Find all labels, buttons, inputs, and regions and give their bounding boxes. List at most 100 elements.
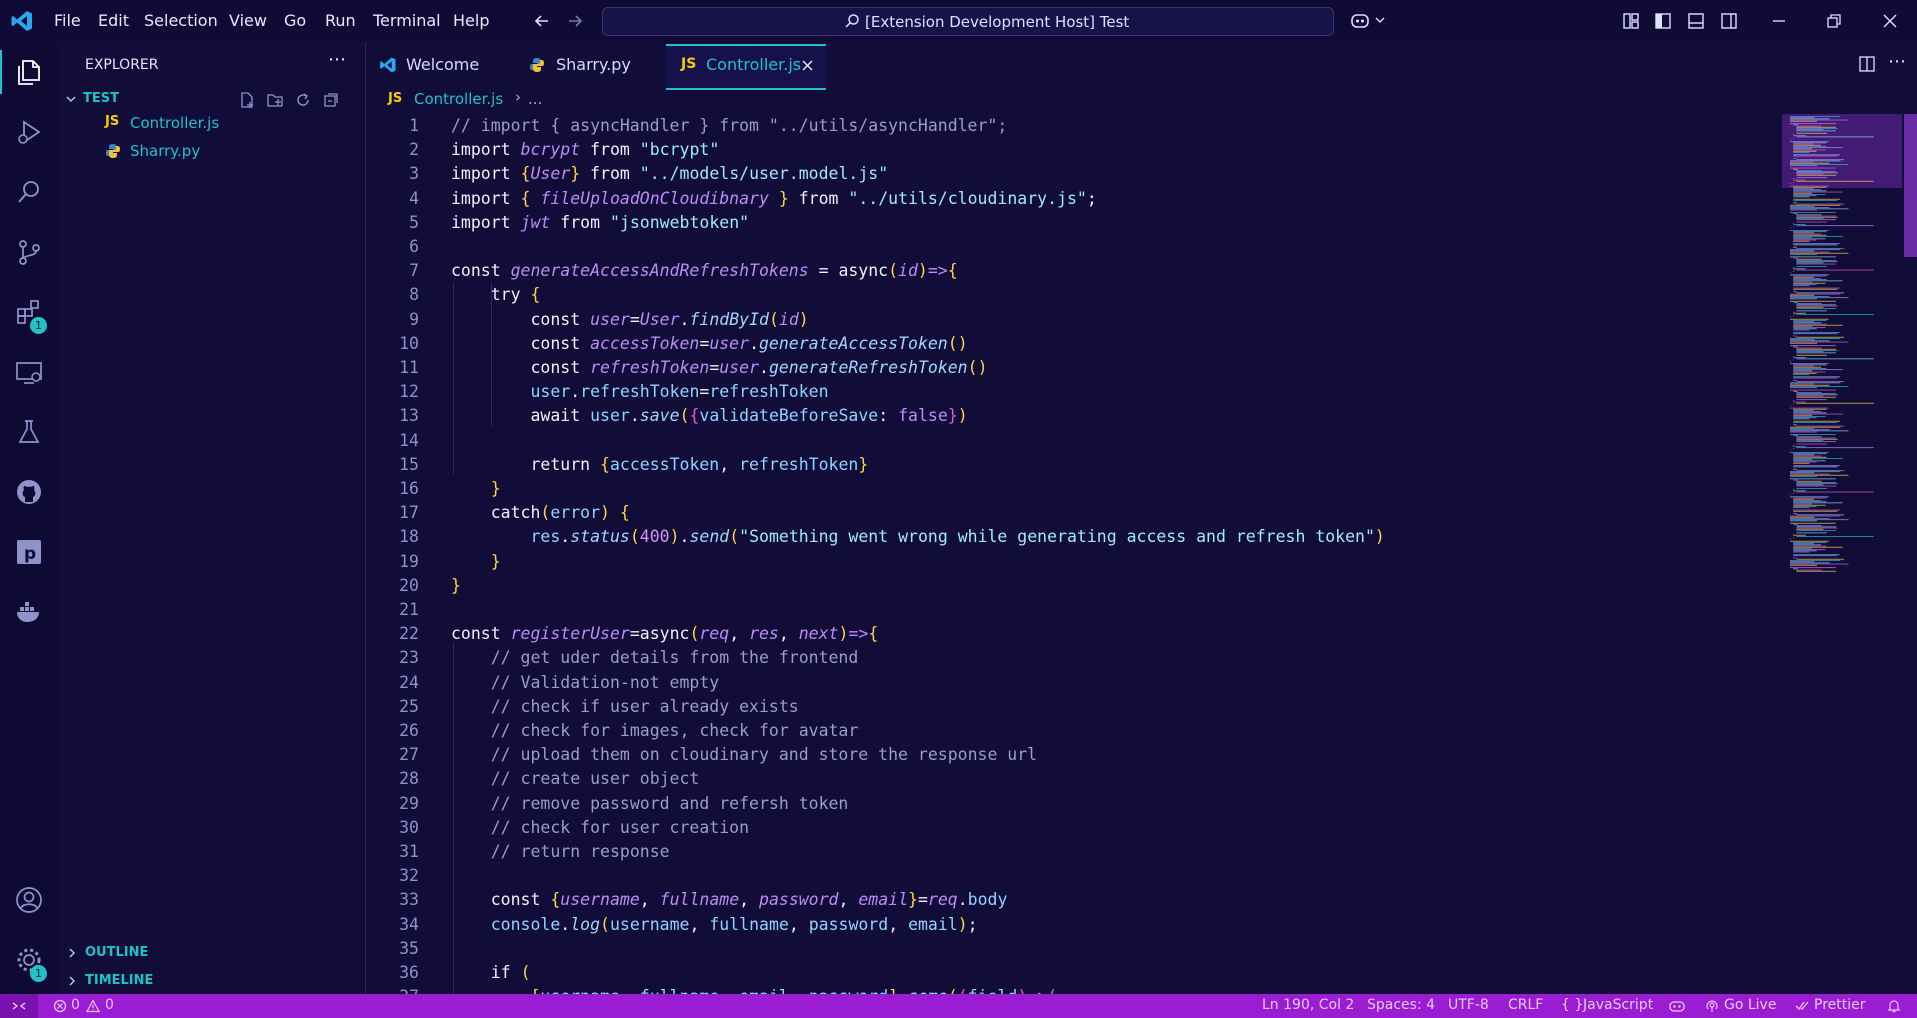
minimap-line [1796, 443, 1827, 445]
breadcrumb-symbols[interactable]: ... [528, 90, 542, 108]
search-icon[interactable] [14, 177, 44, 207]
toggle-panel-icon[interactable] [1687, 12, 1705, 30]
minimap-line [1790, 119, 1849, 121]
tab-welcome[interactable]: Welcome [366, 44, 514, 86]
line-number: 5 [409, 212, 419, 232]
new-folder-icon[interactable] [266, 91, 284, 109]
editor-more-actions-icon[interactable]: ⋯ [1888, 51, 1906, 72]
indentation[interactable]: Spaces: 4 [1367, 997, 1435, 1013]
menu-selection[interactable]: Selection [144, 11, 218, 30]
minimap-line [1790, 518, 1830, 519]
language-mode[interactable]: JavaScript [1583, 997, 1653, 1013]
encoding[interactable]: UTF-8 [1448, 997, 1489, 1013]
minimize-icon[interactable] [1770, 12, 1788, 30]
run-debug-icon[interactable] [14, 117, 44, 147]
menu-view[interactable]: View [229, 11, 267, 30]
menu-help[interactable]: Help [453, 11, 489, 30]
minimap-line [1793, 285, 1810, 287]
minimap-line [1793, 146, 1827, 147]
code-text: // remove password and refersh token [490, 793, 849, 813]
problems-indicator[interactable]: 0 0 [52, 994, 124, 1018]
minimap-line [1793, 315, 1795, 317]
remote-explorer-icon[interactable] [14, 357, 44, 387]
copilot-icon[interactable] [1350, 10, 1372, 30]
minimap-line [1796, 126, 1836, 128]
minimap-line [1790, 254, 1817, 255]
timeline-section-header[interactable]: TIMELINE [58, 970, 364, 992]
outline-section-header[interactable]: OUTLINE [58, 942, 364, 964]
menu-edit[interactable]: Edit [98, 11, 129, 30]
minimap-line [1796, 485, 1836, 487]
minimap-line [1790, 318, 1829, 320]
customize-layout-icon[interactable] [1622, 12, 1640, 30]
minimap-line [1793, 222, 1795, 224]
minimap-line [1793, 550, 1817, 552]
minimap-line [1793, 320, 1827, 321]
testing-icon[interactable] [14, 417, 44, 447]
restore-icon[interactable] [1825, 12, 1843, 30]
minimap[interactable] [1782, 114, 1902, 994]
toggle-secondary-sidebar-icon[interactable] [1720, 12, 1738, 30]
minimap-line [1790, 274, 1829, 276]
prettier-status[interactable]: Prettier [1814, 997, 1866, 1013]
refresh-icon[interactable] [294, 91, 312, 109]
folder-header[interactable]: TEST [58, 88, 364, 110]
menu-run[interactable]: Run [325, 11, 356, 30]
minimap-line [1790, 540, 1829, 542]
active-indicator [0, 50, 2, 94]
line-number: 36 [399, 963, 419, 982]
minimap-line [1793, 291, 1797, 293]
minimap-line [1793, 503, 1813, 505]
accounts-icon[interactable] [14, 885, 44, 915]
back-arrow-icon[interactable] [533, 12, 551, 30]
breadcrumb-separator-icon: › [515, 88, 521, 106]
code-editor[interactable]: 1 // import { asyncHandler } from "../uti… [366, 114, 1906, 1006]
minimap-line [1790, 341, 1849, 343]
minimap-line [1796, 381, 1845, 383]
notifications-bell-icon[interactable] [1886, 998, 1902, 1014]
close-tab-icon[interactable] [801, 59, 814, 72]
minimap-line [1793, 226, 1795, 228]
docker-icon[interactable] [14, 597, 44, 627]
line-number: 17 [399, 503, 419, 523]
breadcrumb-file[interactable]: Controller.js [414, 90, 503, 108]
more-actions-icon[interactable]: ⋯ [328, 49, 346, 70]
code-text: // import { asyncHandler } from "../util… [451, 116, 1008, 135]
menu-file[interactable]: File [54, 11, 81, 30]
minimap-line [1790, 138, 1791, 140]
remote-indicator[interactable] [0, 994, 38, 1018]
menu-terminal[interactable]: Terminal [373, 11, 441, 30]
tab-sharry-py[interactable]: Sharry.py [514, 44, 662, 86]
tab-controller-js[interactable]: JS Controller.js [666, 44, 826, 90]
menu-go[interactable]: Go [284, 11, 306, 30]
new-file-icon[interactable] [238, 91, 256, 109]
minimap-line [1793, 152, 1810, 153]
code-text: } [451, 575, 461, 595]
postman-p-icon[interactable]: p [14, 537, 44, 567]
explorer-icon[interactable] [14, 57, 44, 87]
file-item-controller[interactable]: JS Controller.js [58, 112, 364, 134]
close-window-icon[interactable] [1881, 12, 1899, 30]
split-editor-icon[interactable] [1858, 55, 1876, 73]
toggle-primary-sidebar-icon[interactable] [1654, 12, 1672, 30]
go-live-button[interactable]: Go Live [1724, 997, 1776, 1013]
end-of-line[interactable]: CRLF [1508, 997, 1543, 1013]
copilot-status-icon[interactable] [1668, 999, 1686, 1013]
code-text: res.status(400).send("Something went wro… [530, 527, 1385, 547]
collapse-all-icon[interactable] [322, 91, 340, 109]
command-center-search[interactable]: [Extension Development Host] Test [602, 7, 1334, 36]
source-control-icon[interactable] [14, 237, 44, 267]
forward-arrow-icon[interactable] [566, 12, 584, 30]
minimap-line [1793, 446, 1806, 447]
minimap-line [1790, 478, 1836, 480]
github-icon[interactable] [14, 477, 44, 507]
minimap-line [1790, 316, 1791, 318]
minimap-line [1793, 202, 1797, 204]
chevron-down-icon[interactable] [1375, 15, 1385, 25]
vertical-scrollbar[interactable] [1904, 114, 1917, 257]
minimap-line [1793, 374, 1810, 375]
minimap-line [1796, 136, 1874, 138]
minimap-line [1793, 321, 1814, 323]
file-item-sharry[interactable]: Sharry.py [58, 140, 364, 162]
cursor-position[interactable]: Ln 190, Col 2 [1262, 997, 1354, 1013]
